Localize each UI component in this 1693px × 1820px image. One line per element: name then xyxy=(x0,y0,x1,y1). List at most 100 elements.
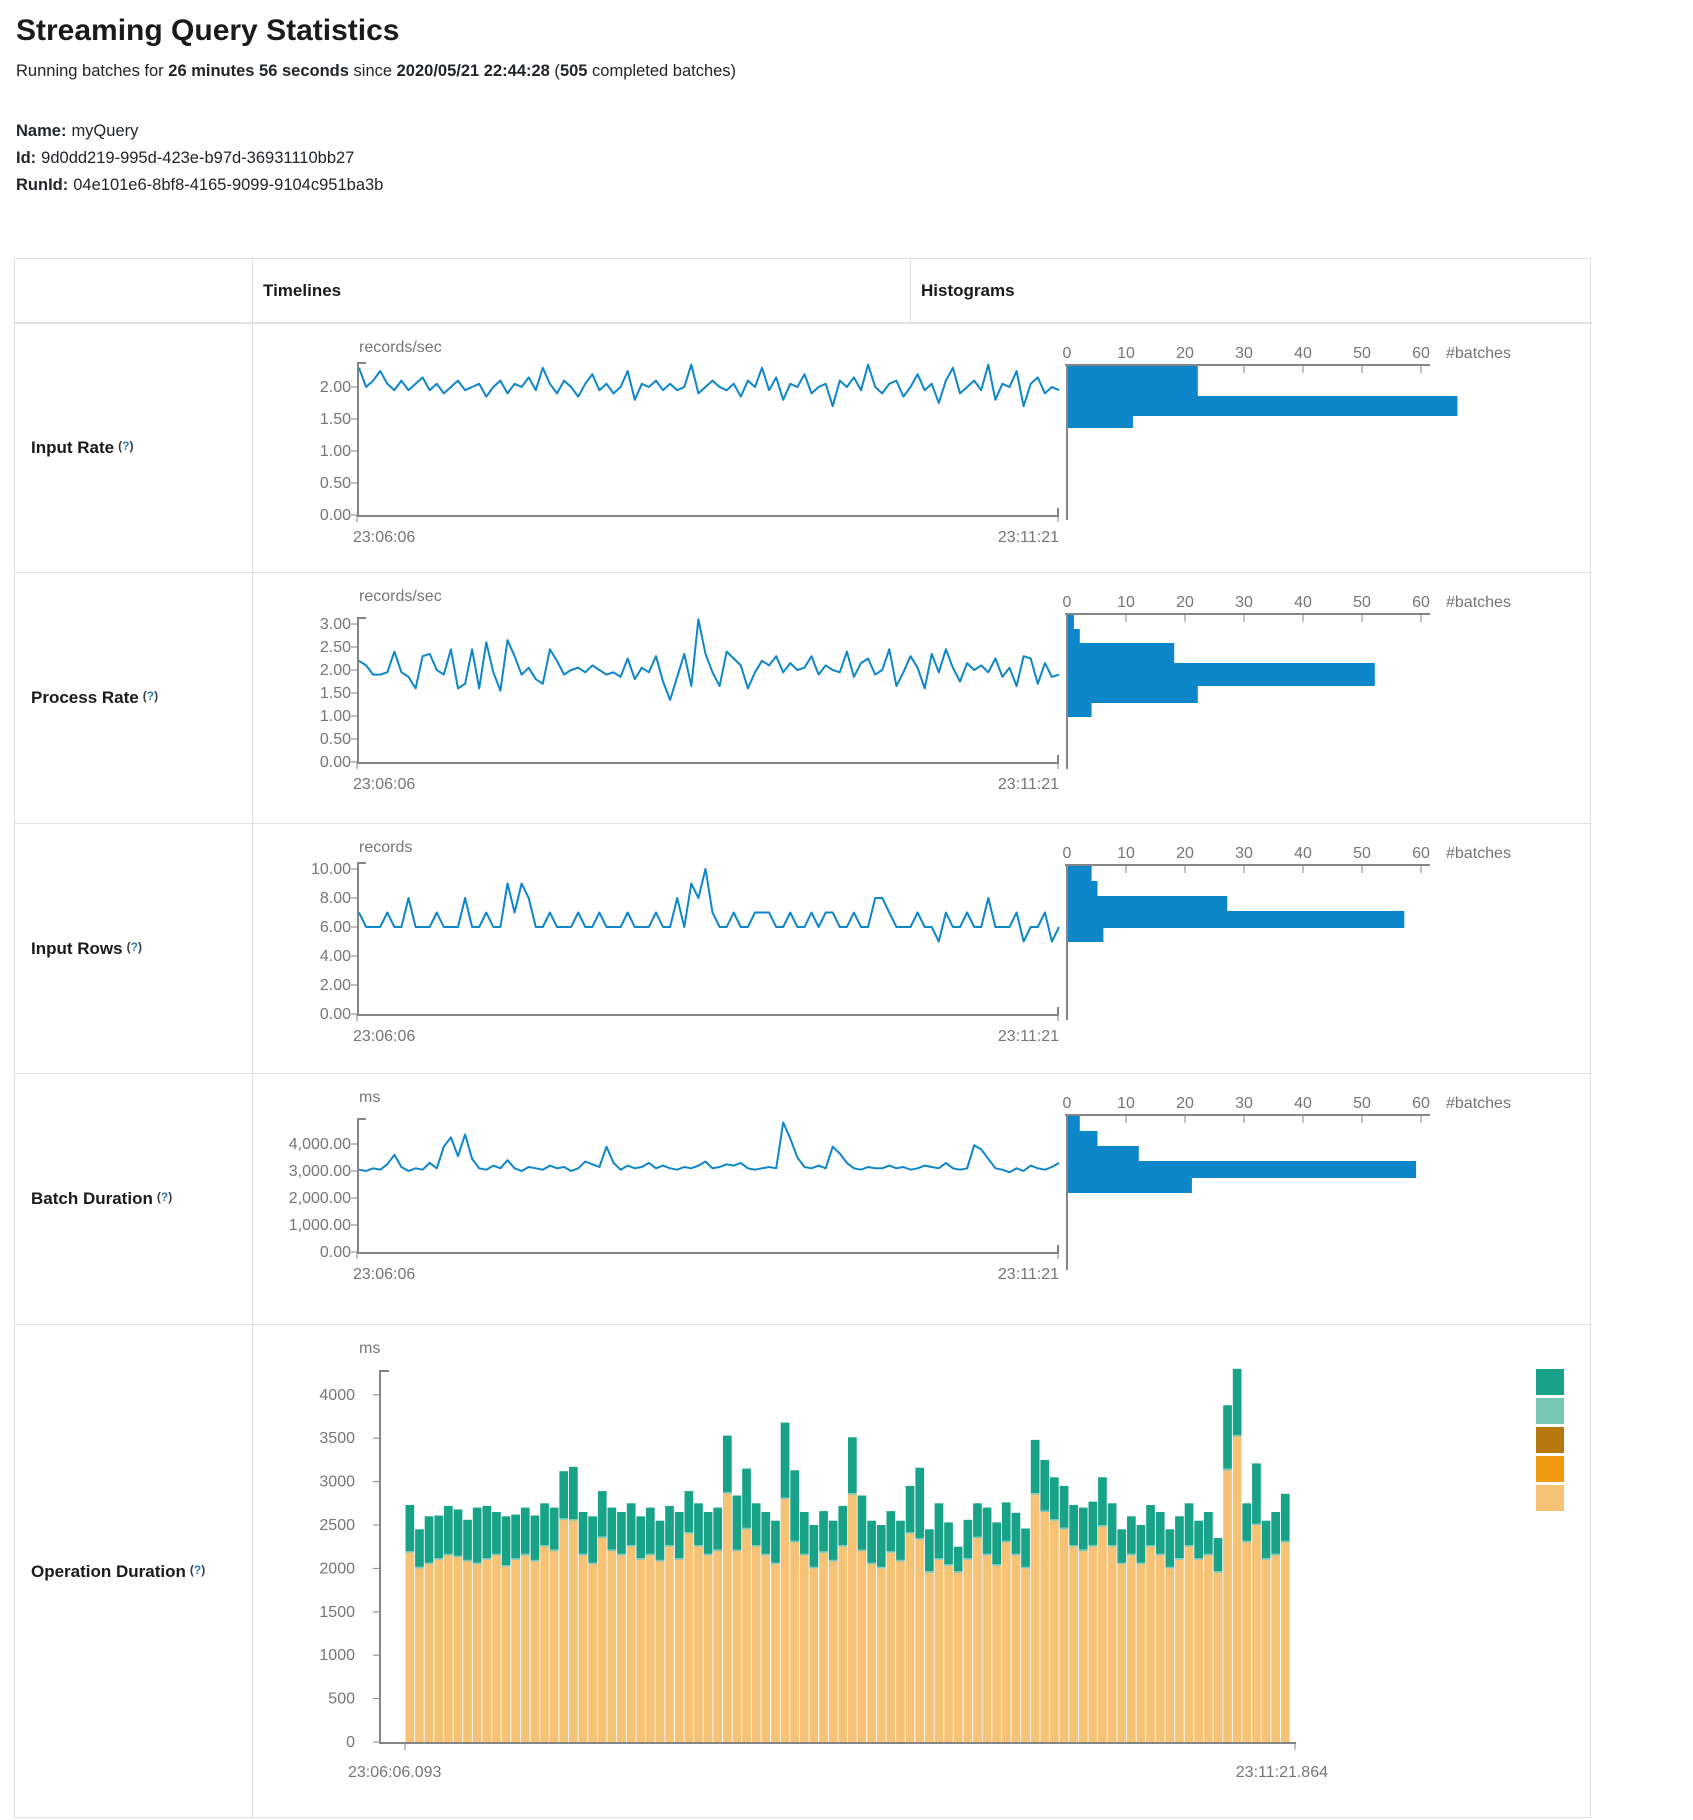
row-label-input-rate: Input Rate (?) xyxy=(15,323,253,572)
status-middle: since xyxy=(349,62,397,80)
svg-text:10.00: 10.00 xyxy=(311,861,351,878)
svg-text:2500: 2500 xyxy=(319,1517,355,1534)
svg-text:10: 10 xyxy=(1117,1095,1135,1112)
query-id-label: Id: xyxy=(16,149,36,167)
row-label-input-rows: Input Rows(?) xyxy=(15,823,253,1073)
svg-text:30: 30 xyxy=(1235,594,1253,611)
svg-text:0: 0 xyxy=(1063,1095,1072,1112)
svg-text:23:06:06.093: 23:06:06.093 xyxy=(348,1764,442,1781)
svg-text:60: 60 xyxy=(1412,1095,1430,1112)
svg-text:8.00: 8.00 xyxy=(320,890,351,907)
statistics-table: Timelines Histograms Input Rate(?) recor… xyxy=(14,258,1591,1818)
svg-text:20: 20 xyxy=(1176,845,1194,862)
row-label-batch-duration: Batch Duration(?) xyxy=(15,1073,253,1324)
query-runid-value: 04e101e6-8bf8-4165-9099-9104c951ba3b xyxy=(73,176,383,194)
svg-text:30: 30 xyxy=(1235,345,1253,362)
operation-duration-legend xyxy=(1536,1369,1564,1514)
svg-text:60: 60 xyxy=(1412,845,1430,862)
process-rate-charts-cell: records/sec3.002.502.001.501.000.500.002… xyxy=(253,572,1592,823)
legend-swatch-2[interactable] xyxy=(1536,1398,1564,1424)
svg-text:500: 500 xyxy=(328,1691,355,1708)
legend-swatch-1[interactable] xyxy=(1536,1369,1564,1395)
svg-text:10: 10 xyxy=(1117,845,1135,862)
svg-text:0: 0 xyxy=(346,1734,355,1751)
svg-text:20: 20 xyxy=(1176,1095,1194,1112)
svg-text:60: 60 xyxy=(1412,345,1430,362)
query-name-label: Name: xyxy=(16,122,66,140)
legend-swatch-3[interactable] xyxy=(1536,1427,1564,1453)
svg-text:#batches: #batches xyxy=(1446,594,1511,611)
svg-text:0.50: 0.50 xyxy=(320,731,351,748)
svg-text:40: 40 xyxy=(1294,845,1312,862)
input-rate-label: Input Rate xyxy=(31,438,114,458)
svg-text:40: 40 xyxy=(1294,1095,1312,1112)
query-name-value: myQuery xyxy=(71,122,138,140)
batch-duration-charts: ms4,000.003,000.002,000.001,000.000.0023… xyxy=(253,1074,1592,1324)
start-timestamp: 2020/05/21 22:44:28 xyxy=(397,62,550,80)
input-rows-help-icon[interactable]: (?) xyxy=(127,940,142,954)
input-rate-charts-cell: records/sec2.001.501.000.500.0023:06:062… xyxy=(253,323,1592,572)
svg-text:20: 20 xyxy=(1176,345,1194,362)
svg-text:ms: ms xyxy=(359,1340,380,1357)
svg-text:records/sec: records/sec xyxy=(359,339,442,356)
legend-swatch-4[interactable] xyxy=(1536,1456,1564,1482)
query-id-value: 9d0dd219-995d-423e-b97d-36931110bb27 xyxy=(41,149,354,167)
svg-text:23:06:06: 23:06:06 xyxy=(353,529,415,546)
svg-text:50: 50 xyxy=(1353,345,1371,362)
completed-batch-count: 505 xyxy=(560,62,588,80)
status-line: Running batches for 26 minutes 56 second… xyxy=(16,62,736,81)
svg-text:2.00: 2.00 xyxy=(320,977,351,994)
status-paren: ( xyxy=(550,62,560,80)
header-empty-cell xyxy=(15,259,253,323)
svg-text:0.00: 0.00 xyxy=(320,754,351,771)
svg-text:40: 40 xyxy=(1294,594,1312,611)
svg-text:0: 0 xyxy=(1063,845,1072,862)
svg-text:records/sec: records/sec xyxy=(359,588,442,605)
svg-text:ms: ms xyxy=(359,1089,380,1106)
svg-text:1.50: 1.50 xyxy=(320,411,351,428)
input-rate-help-icon[interactable]: (?) xyxy=(118,439,133,453)
svg-text:23:06:06: 23:06:06 xyxy=(353,1266,415,1283)
batch-duration-charts-cell: ms4,000.003,000.002,000.001,000.000.0023… xyxy=(253,1073,1592,1324)
svg-text:23:11:21.864: 23:11:21.864 xyxy=(1236,1764,1328,1781)
input-rate-charts: records/sec2.001.501.000.500.0023:06:062… xyxy=(253,324,1592,572)
svg-text:23:11:21: 23:11:21 xyxy=(998,1028,1059,1045)
svg-text:23:06:06: 23:06:06 xyxy=(353,776,415,793)
svg-text:#batches: #batches xyxy=(1446,345,1511,362)
svg-text:1500: 1500 xyxy=(319,1604,355,1621)
svg-text:0.00: 0.00 xyxy=(320,507,351,524)
svg-text:1.00: 1.00 xyxy=(320,708,351,725)
svg-text:3500: 3500 xyxy=(319,1430,355,1447)
svg-text:6.00: 6.00 xyxy=(320,919,351,936)
svg-text:3000: 3000 xyxy=(319,1474,355,1491)
svg-text:3,000.00: 3,000.00 xyxy=(289,1163,351,1180)
svg-text:60: 60 xyxy=(1412,594,1430,611)
svg-text:records: records xyxy=(359,839,412,856)
process-rate-charts: records/sec3.002.502.001.501.000.500.002… xyxy=(253,573,1592,823)
batch-duration-help-icon[interactable]: (?) xyxy=(157,1190,172,1204)
svg-text:50: 50 xyxy=(1353,594,1371,611)
process-rate-help-icon[interactable]: (?) xyxy=(143,689,158,703)
operation-duration-help-icon[interactable]: (?) xyxy=(190,1563,205,1577)
svg-text:1000: 1000 xyxy=(319,1647,355,1664)
status-prefix: Running batches for xyxy=(16,62,168,80)
svg-text:0.00: 0.00 xyxy=(320,1244,351,1261)
svg-text:2,000.00: 2,000.00 xyxy=(289,1190,351,1207)
svg-text:1,000.00: 1,000.00 xyxy=(289,1217,351,1234)
svg-text:0.00: 0.00 xyxy=(320,1006,351,1023)
svg-text:3.00: 3.00 xyxy=(320,616,351,633)
input-rows-charts-cell: records10.008.006.004.002.000.0023:06:06… xyxy=(253,823,1592,1073)
query-runid-label: RunId: xyxy=(16,176,68,194)
svg-text:40: 40 xyxy=(1294,345,1312,362)
query-runid-line: RunId: 04e101e6-8bf8-4165-9099-9104c951ba… xyxy=(16,172,383,199)
input-rows-charts: records10.008.006.004.002.000.0023:06:06… xyxy=(253,824,1592,1073)
svg-text:2000: 2000 xyxy=(319,1560,355,1577)
page-title: Streaming Query Statistics xyxy=(16,14,399,48)
row-label-process-rate: Process Rate (?) xyxy=(15,572,253,823)
svg-text:30: 30 xyxy=(1235,1095,1253,1112)
svg-text:0: 0 xyxy=(1063,345,1072,362)
row-label-operation-duration: Operation Duration(?) xyxy=(15,1324,253,1819)
svg-text:0.50: 0.50 xyxy=(320,475,351,492)
legend-swatch-5[interactable] xyxy=(1536,1485,1564,1511)
process-rate-label: Process Rate xyxy=(31,688,139,708)
